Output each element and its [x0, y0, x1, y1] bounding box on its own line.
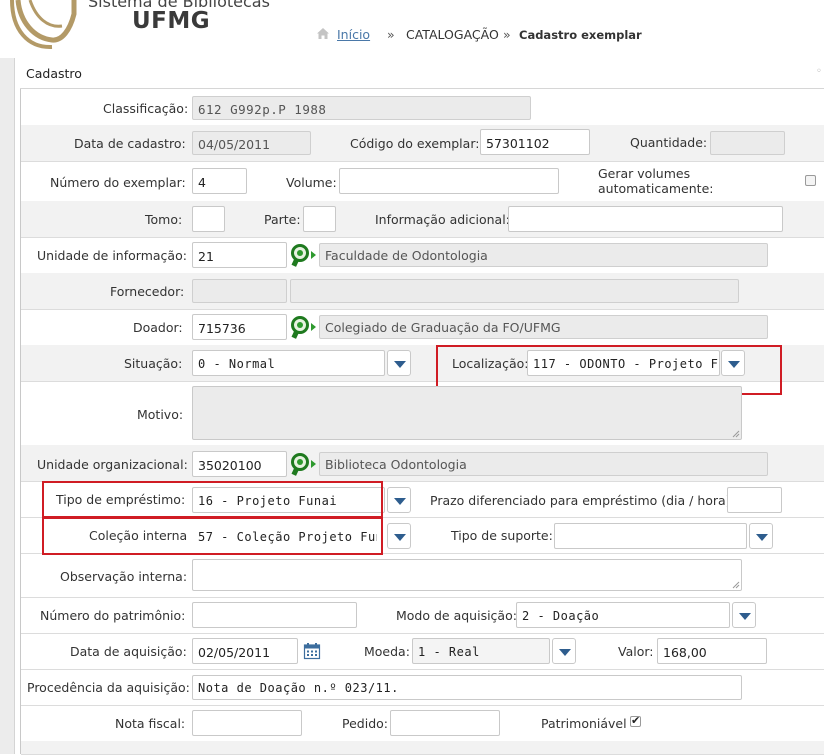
fornecedor-field [192, 279, 287, 303]
numero-exemplar-input[interactable]: 4 [192, 168, 247, 194]
tipo-suporte-dropdown-arrow-icon[interactable] [749, 523, 773, 549]
prazo-diferenciado-label: Prazo diferenciado para empréstimo (dia … [430, 493, 735, 508]
procedencia-label: Procedência da aquisição: [27, 680, 190, 695]
modo-aquisicao-dropdown-arrow-icon[interactable] [732, 602, 756, 628]
situacao-dropdown-arrow-icon[interactable] [387, 350, 411, 376]
codigo-exemplar-input[interactable]: 57301102 [480, 129, 590, 155]
magnifier-icon[interactable] [290, 243, 316, 267]
parte-label: Parte: [264, 212, 301, 227]
breadcrumb-current: Cadastro exemplar [519, 28, 642, 42]
home-icon[interactable] [316, 27, 330, 40]
numero-patrimonio-input[interactable] [192, 602, 357, 628]
colecao-interna-highlight-box [42, 517, 383, 555]
volume-label: Volume: [286, 175, 337, 190]
tipo-suporte-select[interactable] [554, 523, 747, 549]
data-aquisicao-label: Data de aquisição: [70, 644, 187, 659]
volume-input[interactable] [339, 168, 559, 194]
fornecedor-label: Fornecedor: [110, 284, 185, 299]
resize-handle-icon[interactable] [732, 581, 740, 589]
numero-patrimonio-label: Número do patrimônio: [40, 608, 186, 623]
situacao-select[interactable]: 0 - Normal [192, 350, 385, 376]
logo-icon [10, 0, 77, 50]
observacao-interna-label: Observação interna: [60, 569, 188, 584]
modo-aquisicao-label: Modo de aquisição: [396, 608, 517, 623]
unidade-organizacional-description: Biblioteca Odontologia [319, 452, 768, 476]
valor-label: Valor: [618, 644, 654, 659]
procedencia-input[interactable]: Nota de Doação n.º 023/11. [192, 675, 742, 700]
magnifier-icon[interactable] [290, 315, 316, 339]
observacao-interna-textarea[interactable] [192, 559, 742, 591]
page-header: Sistema de Bibliotecas UFMG Início » CAT… [0, 0, 824, 58]
quantidade-field [710, 131, 785, 155]
moeda-label: Moeda: [364, 644, 410, 659]
modo-aquisicao-select[interactable]: 2 - Doação [516, 602, 730, 628]
data-cadastro-label: Data de cadastro: [74, 136, 186, 151]
unidade-informacao-label: Unidade de informação: [37, 248, 187, 263]
breadcrumb-home-link[interactable]: Início [337, 27, 370, 42]
patrimoniavel-label: Patrimoniável [541, 716, 627, 731]
tipo-emprestimo-highlight-box [42, 481, 383, 518]
numero-exemplar-label: Número do exemplar: [50, 175, 186, 190]
breadcrumb-separator: » [503, 27, 511, 42]
form-row [21, 741, 824, 755]
panel-title: Cadastro [26, 66, 82, 81]
tipo-emprestimo-dropdown-arrow-icon[interactable] [387, 487, 411, 513]
org-name: UFMG [132, 8, 211, 34]
gerar-volumes-label: automaticamente: [598, 181, 714, 196]
gerar-volumes-label: Gerar volumes [598, 166, 691, 181]
unidade-informacao-description: Faculdade de Odontologia [319, 243, 768, 267]
colecao-interna-dropdown-arrow-icon[interactable] [387, 523, 411, 549]
magnifier-icon[interactable] [290, 452, 316, 476]
nota-fiscal-input[interactable] [192, 710, 302, 736]
informacao-adicional-input[interactable] [508, 206, 783, 232]
resize-handle-icon [732, 430, 740, 438]
data-cadastro-field: 04/05/2011 [192, 131, 311, 155]
pedido-label: Pedido: [342, 716, 388, 731]
codigo-exemplar-label: Código do exemplar: [350, 136, 480, 151]
pedido-input[interactable] [390, 710, 500, 736]
breadcrumb-section[interactable]: CATALOGAÇÃO [406, 27, 499, 42]
data-aquisicao-input[interactable]: 02/05/2011 [192, 638, 298, 664]
situacao-label: Situação: [124, 356, 183, 371]
panel-header [20, 62, 824, 89]
sidebar-strip [0, 58, 15, 754]
parte-input[interactable] [303, 206, 336, 232]
motivo-textarea [192, 386, 742, 440]
tomo-input[interactable] [192, 206, 225, 232]
tomo-label: Tomo: [145, 212, 183, 227]
nota-fiscal-label: Nota fiscal: [115, 716, 186, 731]
doador-input[interactable]: 715736 [192, 314, 287, 340]
unidade-organizacional-input[interactable]: 35020100 [192, 451, 287, 477]
quantidade-label: Quantidade: [630, 135, 708, 150]
patrimoniavel-checkbox[interactable] [630, 714, 641, 727]
classificacao-label: Classificação: [103, 101, 189, 116]
motivo-label: Motivo: [137, 407, 184, 422]
doador-label: Doador: [133, 320, 183, 335]
moeda-select[interactable]: 1 - Real [412, 638, 550, 664]
tipo-suporte-label: Tipo de suporte: [451, 528, 553, 543]
prazo-diferenciado-input[interactable] [727, 487, 782, 513]
panel-collapse-icon[interactable]: ◦ [816, 66, 822, 77]
moeda-dropdown-arrow-icon[interactable] [552, 638, 576, 664]
gerar-volumes-checkbox[interactable] [805, 175, 816, 186]
valor-input[interactable]: 168,00 [657, 638, 767, 664]
breadcrumb-separator: » [387, 27, 395, 42]
informacao-adicional-label: Informação adicional: [375, 212, 510, 227]
unidade-organizacional-label: Unidade organizacional: [37, 457, 188, 472]
classificacao-field: 612 G992p.P 1988 [192, 96, 531, 120]
unidade-informacao-input[interactable]: 21 [192, 242, 287, 268]
doador-description: Colegiado de Graduação da FO/UFMG [319, 315, 768, 339]
calendar-icon[interactable] [303, 642, 321, 660]
fornecedor-description [290, 279, 739, 303]
